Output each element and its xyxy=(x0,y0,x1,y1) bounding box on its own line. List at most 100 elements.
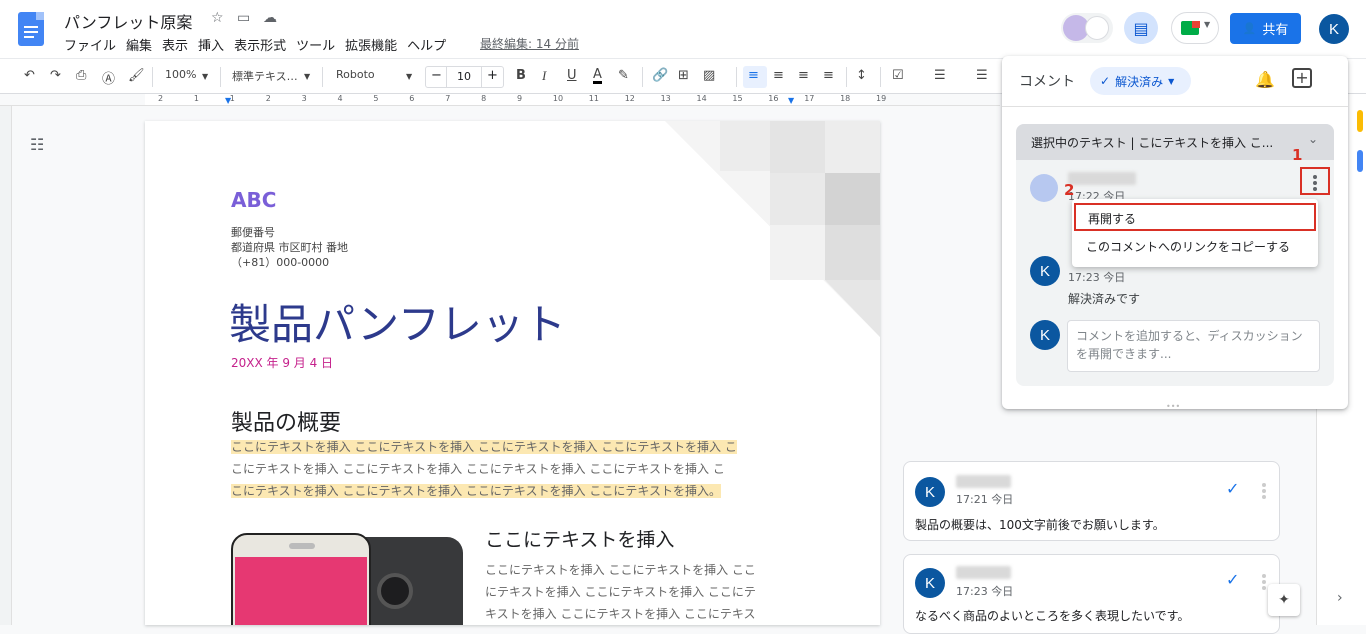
page-title: 製品パンフレット xyxy=(229,300,566,349)
link-icon[interactable]: 🔗 xyxy=(652,68,668,83)
right-indent-marker[interactable]: ▼ xyxy=(788,96,794,105)
ruler-tick-label: 17 xyxy=(804,94,815,103)
menu-format[interactable]: 表示形式 xyxy=(234,35,286,54)
account-avatar[interactable]: K xyxy=(1319,14,1349,44)
bold-button[interactable]: B xyxy=(516,68,526,83)
spellcheck-icon[interactable]: Ⓐ xyxy=(102,68,115,87)
share-button[interactable]: 👤 共有 xyxy=(1230,13,1301,44)
section-heading: 製品の概要 xyxy=(231,411,342,436)
decrease-font-icon[interactable]: − xyxy=(431,68,442,83)
add-comment-icon[interactable]: + xyxy=(1292,68,1312,88)
increase-font-icon[interactable]: + xyxy=(487,68,498,83)
zoom-select[interactable]: 100% xyxy=(165,68,196,81)
more-options-icon[interactable] xyxy=(1260,481,1268,501)
align-justify-icon[interactable]: ≡ xyxy=(823,68,834,83)
explore-icon[interactable]: ✦ xyxy=(1268,584,1300,616)
chevron-down-icon: ▼ xyxy=(202,72,209,81)
resolve-check-icon[interactable]: ✓ xyxy=(1226,479,1239,498)
text-color-button[interactable]: A xyxy=(593,68,602,84)
line-spacing-icon[interactable]: ↕ xyxy=(856,68,867,83)
filter-dropdown[interactable]: ✓ 解決済み ▼ xyxy=(1090,67,1191,95)
menu-extensions[interactable]: 拡張機能 xyxy=(345,35,397,54)
highlight-icon[interactable]: ✎ xyxy=(618,68,629,83)
paint-format-icon[interactable]: 🖌 xyxy=(128,68,145,83)
align-center-icon[interactable]: ≡ xyxy=(773,68,784,83)
menu-file[interactable]: ファイル xyxy=(64,35,116,54)
font-select[interactable]: Roboto xyxy=(336,68,375,81)
more-options-icon[interactable] xyxy=(1260,572,1268,592)
more-options-button[interactable] xyxy=(1300,167,1330,195)
add-comment-input[interactable]: コメントを追加すると、ディスカッションを再開できます... xyxy=(1067,320,1320,372)
collapse-chevron-icon[interactable]: ⌄ xyxy=(1308,132,1318,146)
image-icon[interactable]: ▨ xyxy=(703,68,715,83)
cloud-status-icon[interactable]: ☁ xyxy=(263,10,277,26)
ruler-tick-label: 15 xyxy=(732,94,743,103)
menu-help[interactable]: ヘルプ xyxy=(407,35,446,54)
selected-text: 選択中のテキスト | こにテキストを挿入 こ... xyxy=(1031,136,1274,150)
ruler-tick-label: 16 xyxy=(768,94,779,103)
expand-panel-icon[interactable]: › xyxy=(1337,590,1343,606)
ruler-tick-label: 12 xyxy=(624,94,635,103)
italic-button[interactable]: I xyxy=(542,68,546,84)
comment-history-icon[interactable]: ▤ xyxy=(1124,12,1158,44)
context-menu: 再開する このコメントへのリンクをコピーする xyxy=(1072,199,1318,267)
camera-icon xyxy=(377,573,413,609)
resolve-check-icon[interactable]: ✓ xyxy=(1226,570,1239,589)
ruler-tick-label: 4 xyxy=(337,94,343,103)
document-page[interactable]: ABC 郵便番号 都道府県 市区町村 番地 （+81）000-0000 製品パン… xyxy=(145,121,880,625)
comment-card[interactable]: K 17:23 今日 ✓ なるべく商品のよいところを多く表現したいです。 xyxy=(903,554,1280,634)
collaborators-widget[interactable] xyxy=(1061,13,1113,43)
menu-item-reopen[interactable]: 再開する xyxy=(1074,203,1316,231)
document-title[interactable]: パンフレット原案 xyxy=(64,9,192,33)
address-line: 都道府県 市区町村 番地 xyxy=(231,241,348,254)
menu-view[interactable]: 表示 xyxy=(162,35,188,54)
notification-bell-icon[interactable]: 🔔 xyxy=(1255,70,1275,89)
menu-tools[interactable]: ツール xyxy=(296,35,335,54)
commenter-name xyxy=(956,566,1011,579)
add-comment-icon[interactable]: ⊞ xyxy=(678,68,689,83)
ruler-tick-label: 19 xyxy=(876,94,887,103)
sub-heading: ここにテキストを挿入 xyxy=(485,529,675,551)
style-select[interactable]: 標準テキス… xyxy=(232,68,298,84)
ruler-tick-label: 2 xyxy=(265,94,271,103)
last-edit-link[interactable]: 最終編集: 14 分前 xyxy=(480,35,579,52)
tasks-icon[interactable] xyxy=(1357,150,1363,172)
annotation-number: 2 xyxy=(1064,181,1075,199)
docs-logo-icon[interactable] xyxy=(18,12,44,46)
font-size-input[interactable]: 10 xyxy=(446,67,482,87)
menu-insert[interactable]: 挿入 xyxy=(198,35,224,54)
comment-text: なるべく商品のよいところを多く表現したいです。 xyxy=(915,609,1190,623)
resize-handle-icon[interactable]: ••• xyxy=(1166,402,1180,411)
vertical-ruler xyxy=(0,106,12,625)
comment-card[interactable]: K 17:21 今日 ✓ 製品の概要は、100文字前後でお願いします。 xyxy=(903,461,1280,541)
menu-item-copy-link[interactable]: このコメントへのリンクをコピーする xyxy=(1074,233,1316,261)
comment-text: 製品の概要は、100文字前後でお願いします。 xyxy=(915,518,1165,532)
ruler-tick-label: 18 xyxy=(840,94,851,103)
align-right-icon[interactable]: ≡ xyxy=(798,68,809,83)
meet-button[interactable]: ▼ xyxy=(1171,12,1219,44)
ruler-tick-label: 1 xyxy=(193,94,199,103)
move-folder-icon[interactable]: ▭ xyxy=(237,10,250,26)
bulleted-list-icon[interactable]: ☰ xyxy=(934,68,946,83)
address-block: 郵便番号 都道府県 市区町村 番地 （+81）000-0000 xyxy=(231,225,348,270)
ruler-tick-label: 8 xyxy=(481,94,487,103)
outline-icon[interactable]: ☷ xyxy=(30,135,44,154)
ruler-tick-label: 14 xyxy=(696,94,707,103)
print-icon[interactable]: ⎙ xyxy=(76,68,86,83)
checklist-icon[interactable]: ☑ xyxy=(892,68,904,83)
keep-icon[interactable] xyxy=(1357,110,1363,132)
commenter-name xyxy=(1068,172,1136,185)
underline-button[interactable]: U xyxy=(567,68,577,83)
sub-line: にテキストを挿入 ここにテキストを挿入 ここにテ xyxy=(485,585,756,599)
ruler-tick-label: 6 xyxy=(409,94,415,103)
redo-icon[interactable]: ↷ xyxy=(50,68,61,83)
menu-edit[interactable]: 編集 xyxy=(126,35,152,54)
ruler-tick-label: 3 xyxy=(301,94,307,103)
numbered-list-icon[interactable]: ☰ xyxy=(976,68,988,83)
title-bar: パンフレット原案 ☆ ▭ ☁ ファイル 編集 表示 挿入 表示形式 ツール 拡張… xyxy=(0,0,1366,58)
star-icon[interactable]: ☆ xyxy=(211,10,224,26)
body-line: こにテキストを挿入 ここにテキストを挿入 ここにテキストを挿入 ここにテキストを… xyxy=(231,462,725,476)
phone-illustration xyxy=(231,533,463,625)
undo-icon[interactable]: ↶ xyxy=(24,68,35,83)
left-indent-marker[interactable]: ▼ xyxy=(225,96,231,105)
